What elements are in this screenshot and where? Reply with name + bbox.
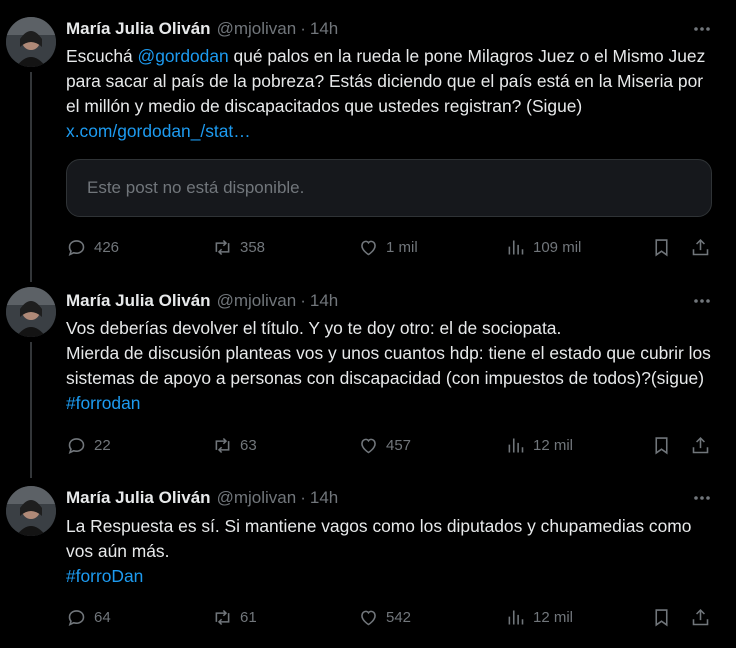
separator-dot: · <box>300 291 306 310</box>
unavailable-message: Este post no está disponible. <box>87 178 305 197</box>
repost-arrows-icon <box>215 437 230 453</box>
timestamp[interactable]: 14h <box>310 488 338 508</box>
views-button[interactable]: 12 mil <box>505 433 573 457</box>
author-name[interactable]: María Julia Oliván <box>66 19 211 39</box>
avatar[interactable] <box>6 17 56 67</box>
author-handle[interactable]: @mjolivan <box>217 19 297 39</box>
heart-icon <box>361 240 376 255</box>
share-upload-icon <box>692 608 709 625</box>
avatar-image <box>6 287 56 337</box>
more-options-button[interactable] <box>692 488 712 508</box>
repost-count: 63 <box>240 436 257 454</box>
repost-arrows-icon <box>215 239 230 255</box>
reply-bubble-icon <box>68 609 85 626</box>
reply-count: 22 <box>94 436 111 454</box>
tweet[interactable]: María Julia Oliván @mjolivan · 14h La Re… <box>0 470 736 648</box>
bookmark-icon <box>655 238 668 256</box>
author-handle[interactable]: @mjolivan <box>217 291 297 311</box>
avatar-image <box>6 486 56 536</box>
tweet-header: María Julia Oliván @mjolivan · 14h <box>66 486 338 510</box>
views-count: 109 mil <box>533 238 582 256</box>
avatar[interactable] <box>6 486 56 536</box>
share-upload-icon <box>692 436 709 453</box>
bookmark-icon <box>655 608 668 626</box>
like-count: 1 mil <box>386 238 418 256</box>
bookmark-button[interactable] <box>651 433 672 457</box>
repost-count: 61 <box>240 608 257 626</box>
reply-button[interactable]: 64 <box>66 605 111 629</box>
tweet-header: María Julia Oliván @mjolivan · 14h <box>66 17 338 41</box>
share-button[interactable] <box>690 235 711 259</box>
share-button[interactable] <box>690 433 711 457</box>
tweet-text-part: La Respuesta es sí. Si mantiene vagos co… <box>66 516 692 561</box>
like-button[interactable]: 1 mil <box>358 235 418 259</box>
repost-button[interactable]: 61 <box>212 605 257 629</box>
author-name[interactable]: María Julia Oliván <box>66 488 211 508</box>
reply-button[interactable]: 426 <box>66 235 119 259</box>
bookmark-icon <box>655 436 668 454</box>
more-options-button[interactable] <box>692 19 712 39</box>
tweet-actions: 64 61 542 12 mil <box>66 605 714 629</box>
bar-chart-icon <box>508 240 524 254</box>
like-count: 457 <box>386 436 412 454</box>
reply-button[interactable]: 22 <box>66 433 111 457</box>
reply-count: 426 <box>94 238 120 256</box>
tweet-text: Escuchá @gordodan qué palos en la rueda … <box>66 44 718 144</box>
more-horizontal-icon <box>694 299 710 303</box>
repost-button[interactable]: 63 <box>212 433 257 457</box>
more-options-button[interactable] <box>692 291 712 311</box>
like-count: 542 <box>386 608 412 626</box>
avatar-image <box>6 17 56 67</box>
tweet[interactable]: María Julia Oliván @mjolivan · 14h Vos d… <box>0 270 736 470</box>
reply-bubble-icon <box>68 437 85 454</box>
repost-count: 358 <box>240 238 266 256</box>
tweet-actions: 426 358 1 mil 109 mil <box>66 235 714 259</box>
heart-icon <box>361 438 376 453</box>
quoted-post-unavailable: Este post no está disponible. <box>66 159 712 217</box>
bookmark-button[interactable] <box>651 235 672 259</box>
like-button[interactable]: 542 <box>358 605 411 629</box>
reply-bubble-icon <box>68 239 85 256</box>
author-name[interactable]: María Julia Oliván <box>66 291 211 311</box>
timestamp[interactable]: 14h <box>310 19 338 39</box>
bookmark-button[interactable] <box>651 605 672 629</box>
timestamp[interactable]: 14h <box>310 291 338 311</box>
repost-button[interactable]: 358 <box>212 235 265 259</box>
heart-icon <box>361 610 376 625</box>
more-horizontal-icon <box>694 27 710 31</box>
views-button[interactable]: 12 mil <box>505 605 573 629</box>
hashtag-link[interactable]: #forrodan <box>66 393 140 413</box>
tweet-text: Vos deberías devolver el título. Y yo te… <box>66 316 718 416</box>
views-count: 12 mil <box>533 608 574 626</box>
bar-chart-icon <box>508 438 524 452</box>
avatar[interactable] <box>6 287 56 337</box>
share-upload-icon <box>692 238 709 255</box>
separator-dot: · <box>300 488 306 507</box>
author-handle[interactable]: @mjolivan <box>217 488 297 508</box>
reply-count: 64 <box>94 608 111 626</box>
share-button[interactable] <box>690 605 711 629</box>
tweet-text: La Respuesta es sí. Si mantiene vagos co… <box>66 514 718 589</box>
mention-link[interactable]: @gordodan <box>138 46 229 66</box>
views-button[interactable]: 109 mil <box>505 235 581 259</box>
tweet-header: María Julia Oliván @mjolivan · 14h <box>66 289 338 313</box>
bar-chart-icon <box>508 610 524 624</box>
tweet-actions: 22 63 457 12 mil <box>66 433 714 457</box>
repost-arrows-icon <box>215 609 230 625</box>
views-count: 12 mil <box>533 436 574 454</box>
tweet-text-part: Escuchá <box>66 46 138 66</box>
like-button[interactable]: 457 <box>358 433 411 457</box>
url-link[interactable]: x.com/gordodan_/stat… <box>66 121 251 141</box>
separator-dot: · <box>300 19 306 38</box>
hashtag-link[interactable]: #forroDan <box>66 566 143 586</box>
tweet[interactable]: María Julia Oliván @mjolivan · 14h Escuc… <box>0 0 736 270</box>
more-horizontal-icon <box>694 496 710 500</box>
tweet-text-part: Vos deberías devolver el título. Y yo te… <box>66 318 711 388</box>
